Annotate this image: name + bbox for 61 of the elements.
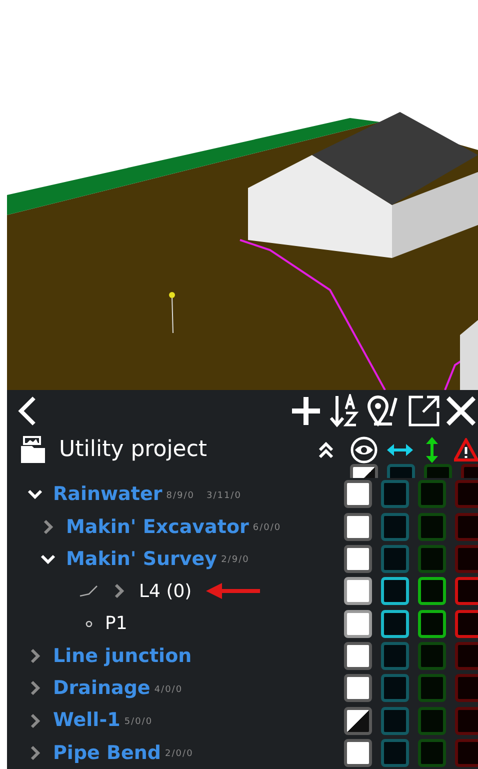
project-title: Utility project bbox=[59, 439, 208, 462]
layer-name[interactable]: Line junction bbox=[53, 642, 192, 670]
horizontal-checkbox[interactable] bbox=[381, 706, 409, 735]
visibility-checkbox[interactable] bbox=[344, 610, 372, 638]
horizontal-arrow-icon bbox=[386, 442, 414, 458]
eye-icon bbox=[350, 436, 378, 464]
visibility-checkbox[interactable] bbox=[344, 512, 372, 541]
count-label: 2/9/0 bbox=[221, 554, 250, 568]
count-label: 2/0/0 bbox=[165, 748, 194, 762]
vertical-checkbox[interactable] bbox=[418, 674, 446, 702]
visibility-checkbox[interactable] bbox=[344, 480, 372, 508]
horizontal-checkbox[interactable] bbox=[381, 738, 409, 767]
horizontal-checkbox[interactable] bbox=[381, 642, 409, 670]
feature-name[interactable]: L4 (0) bbox=[139, 578, 192, 605]
vertical-checkbox[interactable] bbox=[418, 480, 446, 508]
visibility-checkbox[interactable] bbox=[344, 642, 372, 670]
warning-icon bbox=[454, 438, 478, 462]
warning-checkbox[interactable] bbox=[455, 738, 478, 767]
horizontal-checkbox[interactable] bbox=[381, 577, 409, 606]
warning-checkbox[interactable] bbox=[455, 706, 478, 735]
horizontal-checkbox[interactable] bbox=[381, 545, 409, 574]
vertical-checkbox[interactable] bbox=[418, 512, 446, 541]
warning-checkbox[interactable] bbox=[455, 545, 478, 574]
horizontal-checkbox[interactable] bbox=[381, 674, 409, 702]
visibility-checkbox[interactable] bbox=[344, 577, 372, 606]
layer-name[interactable]: Pipe Bend bbox=[53, 738, 162, 768]
warning-checkbox[interactable] bbox=[455, 480, 478, 508]
visibility-checkbox[interactable] bbox=[344, 674, 372, 702]
polyline-icon bbox=[79, 584, 99, 598]
visibility-checkbox[interactable] bbox=[344, 545, 372, 574]
warning-checkbox[interactable] bbox=[455, 610, 478, 638]
count-label: 6/0/0 bbox=[252, 522, 282, 536]
layer-name[interactable]: Drainage bbox=[53, 674, 150, 702]
horizontal-checkbox[interactable] bbox=[381, 480, 409, 508]
count-label: 4/0/0 bbox=[154, 684, 183, 696]
visibility-checkbox[interactable] bbox=[344, 738, 372, 767]
warning-checkbox[interactable] bbox=[455, 512, 478, 541]
layer-name[interactable]: Makin' Survey bbox=[66, 544, 218, 574]
count-label: 3/11/0 bbox=[206, 490, 242, 503]
count-label: 8/9/0 bbox=[166, 490, 194, 503]
count-label: 5/0/0 bbox=[124, 716, 153, 729]
feature-name[interactable]: P1 bbox=[105, 610, 128, 638]
layer-name[interactable]: Rainwater bbox=[53, 480, 162, 509]
layer-name[interactable]: Well-1 bbox=[53, 706, 120, 735]
warning-checkbox[interactable] bbox=[455, 577, 478, 606]
vertical-arrow-icon bbox=[424, 436, 440, 464]
vertical-checkbox[interactable] bbox=[418, 706, 446, 735]
layer-name[interactable]: Makin' Excavator bbox=[66, 512, 249, 542]
vertical-checkbox[interactable] bbox=[418, 642, 446, 670]
warning-checkbox[interactable] bbox=[455, 642, 478, 670]
collapse-all-icon[interactable] bbox=[317, 440, 335, 460]
vertical-checkbox[interactable] bbox=[418, 577, 446, 606]
horizontal-checkbox[interactable] bbox=[381, 512, 409, 541]
point-icon bbox=[85, 620, 93, 628]
horizontal-checkbox[interactable] bbox=[381, 610, 409, 638]
vertical-checkbox[interactable] bbox=[418, 545, 446, 574]
warning-checkbox[interactable] bbox=[455, 674, 478, 702]
vertical-checkbox[interactable] bbox=[418, 738, 446, 767]
visibility-checkbox[interactable] bbox=[344, 706, 372, 735]
vertical-checkbox[interactable] bbox=[418, 610, 446, 638]
folder-image-icon bbox=[20, 436, 46, 464]
